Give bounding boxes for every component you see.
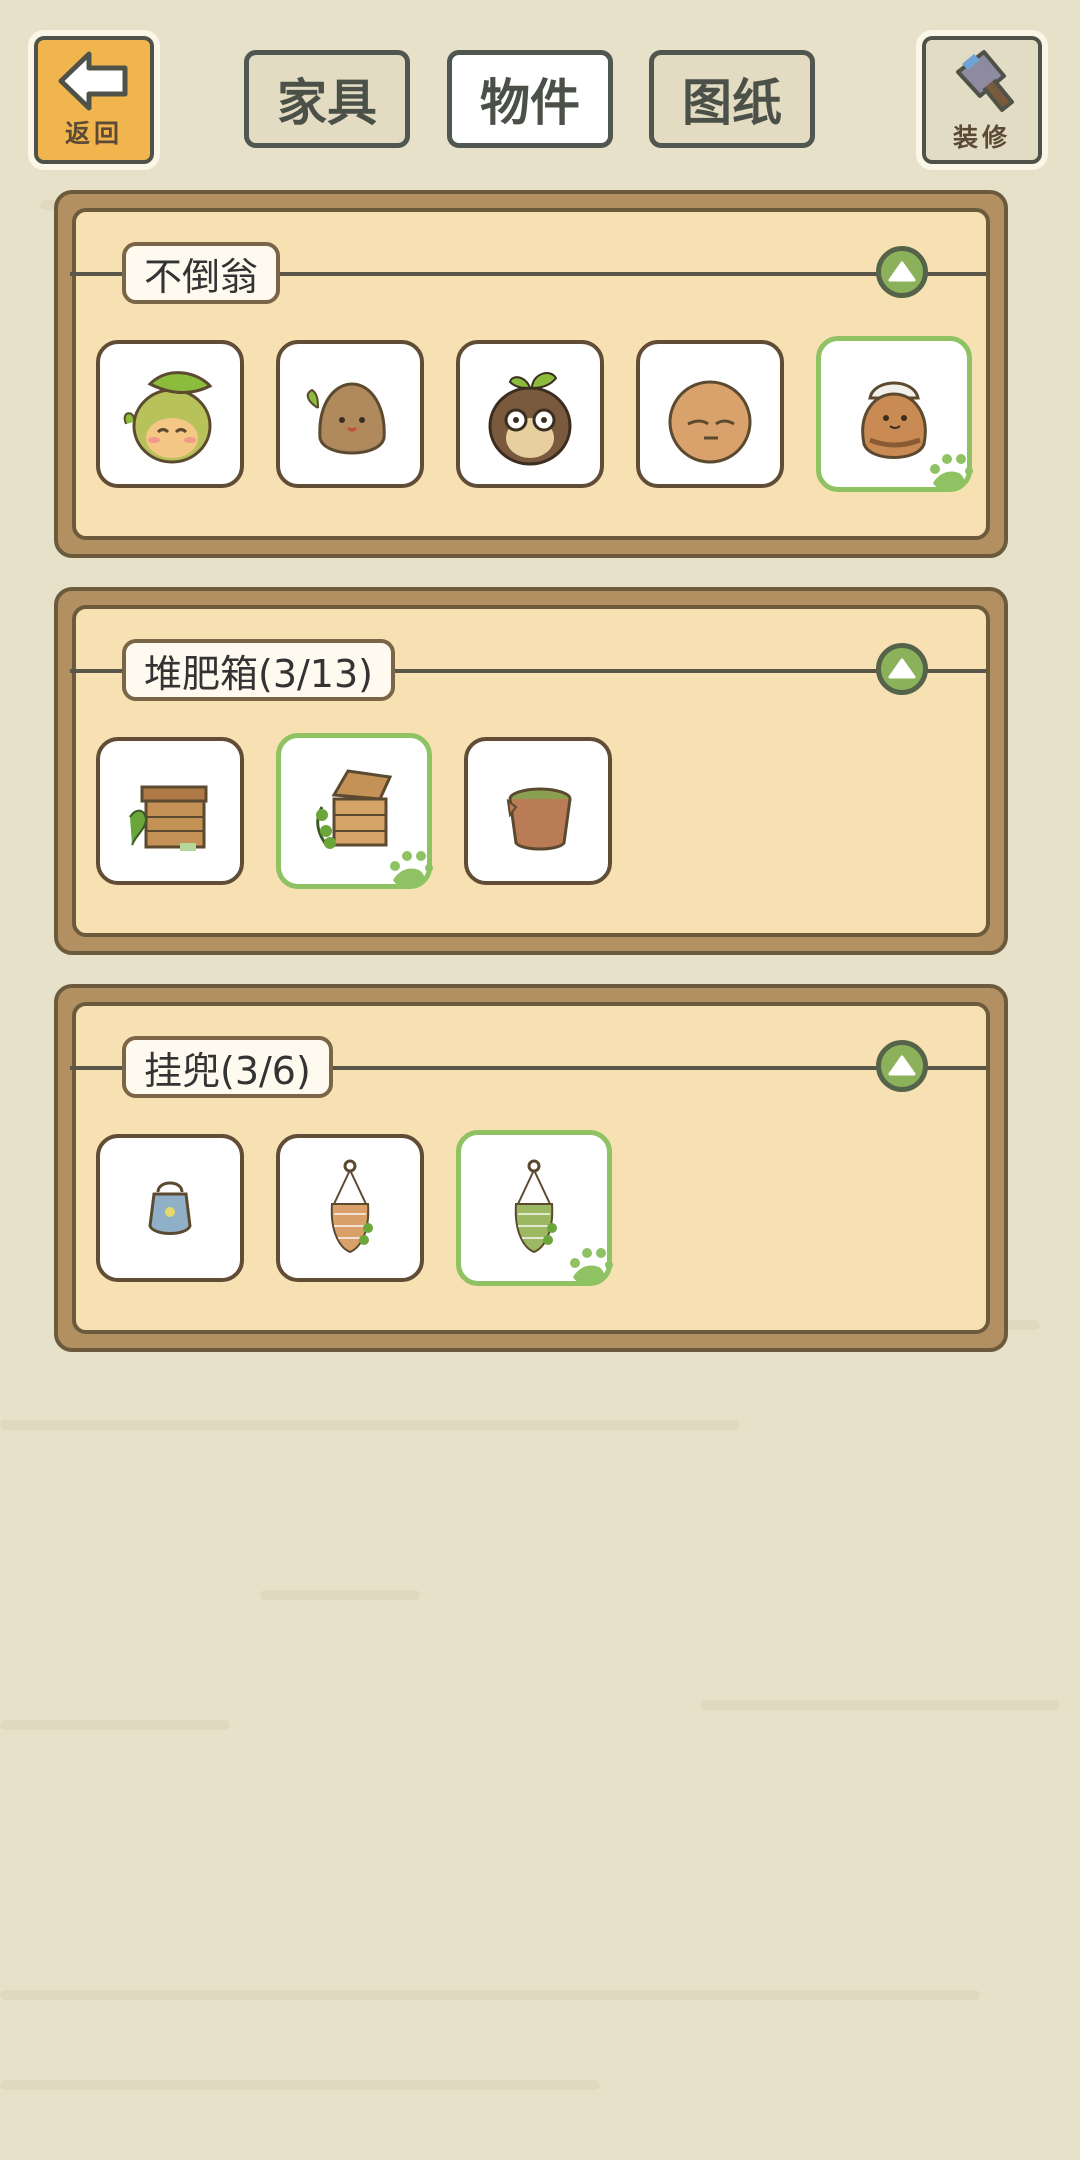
item-orange-hanging-net[interactable] [276, 1134, 424, 1282]
paint-brush-icon [956, 50, 1014, 112]
decorate-button[interactable]: 装修 [916, 30, 1048, 170]
hanging-pouch-section: 挂兜(3/6) [54, 984, 1008, 1352]
collapse-up-icon [888, 658, 916, 679]
item-leaf-tumbler[interactable] [96, 340, 244, 488]
item-blue-hanging-pouch[interactable] [96, 1134, 244, 1282]
collapse-button[interactable] [876, 643, 928, 695]
back-label: 返回 [64, 119, 123, 148]
item-green-hanging-net[interactable] [456, 1130, 613, 1286]
collapse-up-icon [888, 261, 916, 282]
item-owl-tumbler[interactable] [456, 340, 604, 488]
blue-hanging-pouch-icon [148, 1181, 192, 1235]
item-sprout-tumbler[interactable] [276, 340, 424, 488]
owl-tumbler-icon [488, 372, 572, 466]
compost-section: 堆肥箱(3/13) [54, 587, 1008, 955]
collapse-button[interactable] [876, 246, 928, 298]
item-cat-tumbler[interactable] [816, 336, 973, 492]
collapse-up-icon [888, 1055, 916, 1076]
wooden-compost-box-icon [129, 785, 208, 851]
tab-blueprints[interactable]: 图纸 [649, 50, 815, 148]
leaf-tumbler-icon [123, 371, 213, 464]
tumbler-section: 不倒翁 [54, 190, 1008, 558]
sleepy-tumbler-icon [668, 380, 752, 464]
frog-paw-badge-icon [930, 454, 973, 491]
section-title: 挂兜(3/6) [122, 1036, 333, 1098]
item-bucket-compost[interactable] [464, 737, 612, 885]
tab-items[interactable]: 物件 [447, 50, 613, 148]
decorate-label: 装修 [952, 123, 1011, 152]
section-title: 不倒翁 [122, 242, 281, 304]
collapse-button[interactable] [876, 1040, 928, 1092]
section-title: 堆肥箱(3/13) [122, 639, 395, 701]
item-wooden-compost-box[interactable] [96, 737, 244, 885]
sprout-tumbler-icon [306, 382, 386, 455]
back-button[interactable]: 返回 [28, 30, 160, 170]
frog-paw-badge-icon [570, 1248, 613, 1285]
orange-hanging-net-icon [330, 1159, 373, 1254]
back-arrow-icon [58, 51, 128, 111]
bucket-compost-icon [506, 787, 572, 851]
item-open-compost-box[interactable] [276, 733, 433, 889]
item-sleepy-tumbler[interactable] [636, 340, 784, 488]
frog-paw-badge-icon [390, 851, 433, 888]
tab-furniture[interactable]: 家具 [244, 50, 410, 148]
